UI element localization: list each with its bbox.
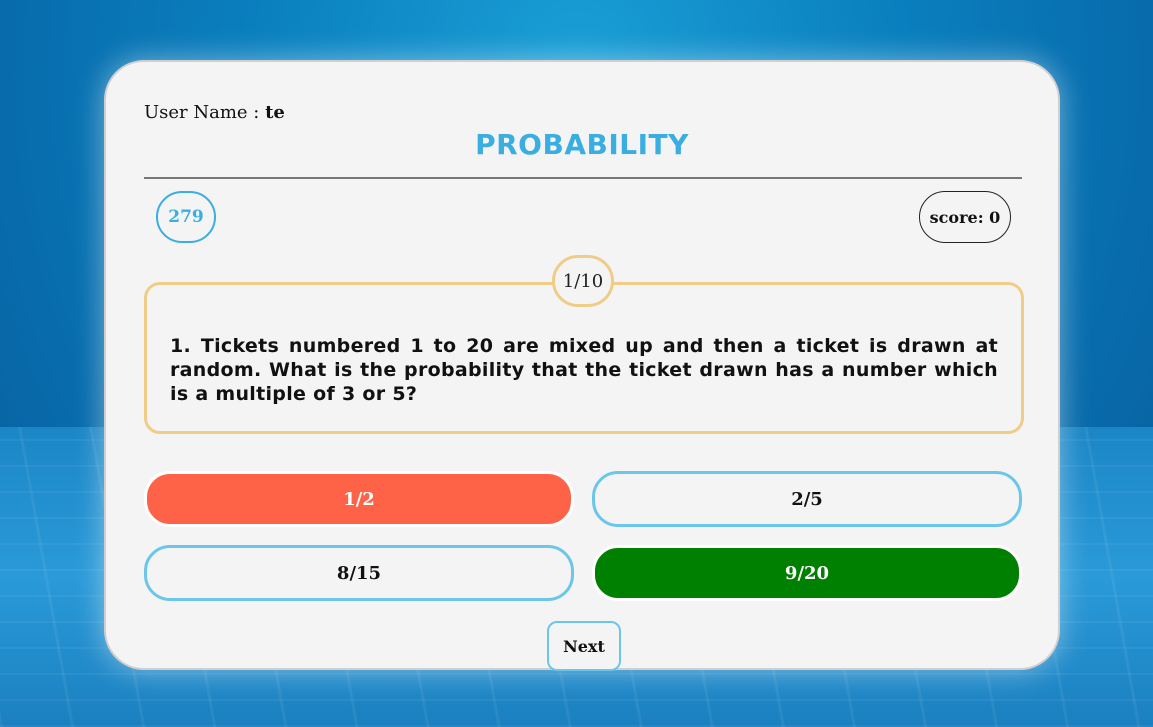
quiz-card: User Name : te PROBABILITY 279 score: 0 … <box>104 60 1060 671</box>
option-button-2[interactable]: 2/5 <box>592 471 1022 527</box>
question-text: 1. Tickets numbered 1 to 20 are mixed up… <box>170 335 998 405</box>
question-counter: 1/10 <box>552 255 614 307</box>
option-button-1[interactable]: 1/2 <box>144 471 574 527</box>
user-name-display: User Name : te <box>144 102 285 123</box>
score-badge: score: 0 <box>919 191 1011 243</box>
user-name-value: te <box>265 102 285 123</box>
option-button-4[interactable]: 9/20 <box>592 545 1022 601</box>
user-name-label: User Name : <box>144 102 266 123</box>
title-divider <box>144 177 1022 179</box>
next-button[interactable]: Next <box>547 621 621 671</box>
option-button-3[interactable]: 8/15 <box>144 545 574 601</box>
timer-badge: 279 <box>156 191 216 243</box>
quiz-title: PROBABILITY <box>475 128 689 161</box>
